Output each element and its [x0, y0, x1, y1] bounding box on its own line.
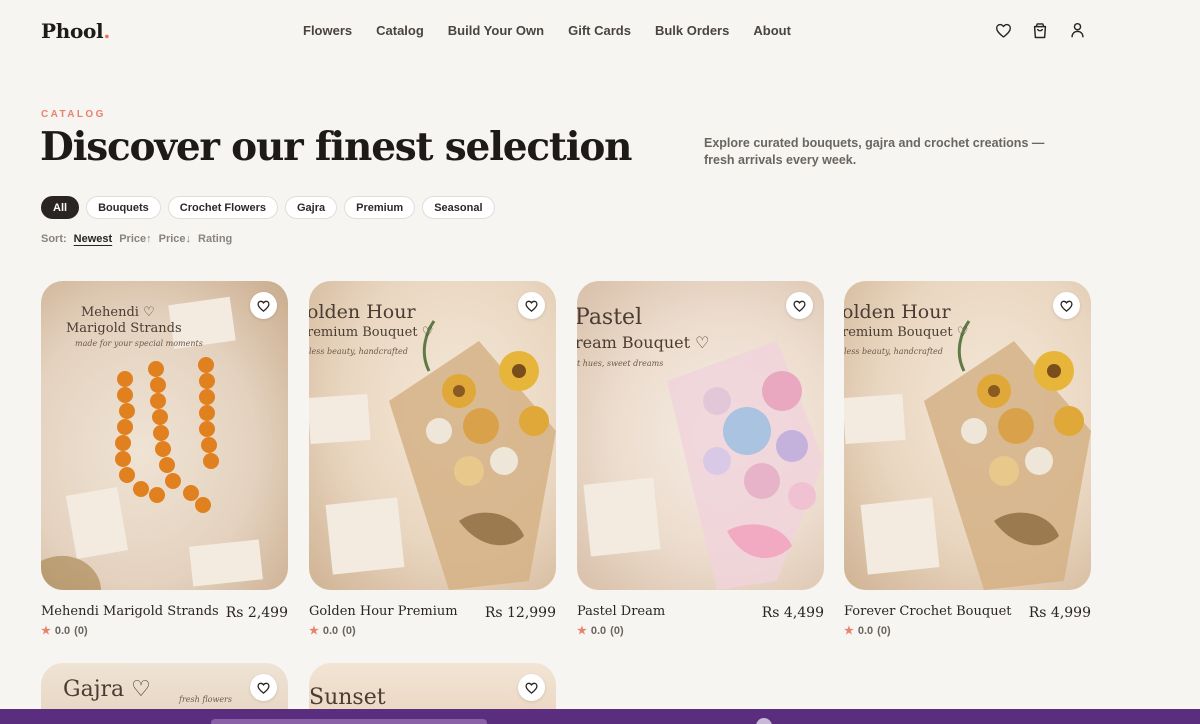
- product-image[interactable]: Mehendi ♡ Marigold Strands made for your…: [41, 281, 288, 590]
- image-caption-sub: fresh flowers: [179, 695, 232, 704]
- product-price: Rs 2,499: [225, 605, 288, 621]
- star-icon: ★: [41, 625, 51, 637]
- product-name[interactable]: Forever Crochet Bouquet: [844, 604, 1011, 619]
- product-price: Rs 4,999: [1028, 605, 1091, 621]
- main-nav: Flowers Catalog Build Your Own Gift Card…: [303, 23, 791, 38]
- toolbar-dot[interactable]: [756, 718, 772, 724]
- heart-icon: [525, 682, 538, 694]
- favorite-button[interactable]: [250, 674, 277, 701]
- favorite-button[interactable]: [518, 674, 545, 701]
- image-caption-title: Pastel: [577, 305, 643, 330]
- nav-item-about[interactable]: About: [753, 23, 791, 38]
- favorite-button[interactable]: [518, 292, 545, 319]
- header-actions: [994, 21, 1086, 39]
- heart-icon[interactable]: [994, 21, 1012, 39]
- sort-option-price-asc[interactable]: Price↑: [119, 233, 151, 245]
- filter-chip-crochet-flowers[interactable]: Crochet Flowers: [167, 196, 278, 219]
- nav-item-build-your-own[interactable]: Build Your Own: [448, 23, 544, 38]
- image-caption-sub: less beauty, handcrafted: [309, 347, 408, 356]
- sort-option-newest[interactable]: Newest: [74, 233, 113, 245]
- sort-bar: Sort: Newest Price↑ Price↓ Rating: [41, 233, 232, 245]
- page-title: Discover our finest selection: [40, 124, 632, 170]
- product-name[interactable]: Pastel Dream: [577, 604, 665, 619]
- image-caption-title-2: ream Bouquet ♡: [577, 333, 710, 352]
- nav-item-catalog[interactable]: Catalog: [376, 23, 424, 38]
- site-header: Phool. Flowers Catalog Build Your Own Gi…: [0, 0, 1200, 62]
- product-card[interactable]: olden Hour remium Bouquet ♡ less beauty,…: [309, 281, 556, 648]
- image-caption-title-2: remium Bouquet ♡: [309, 325, 434, 340]
- brand-logo[interactable]: Phool.: [41, 19, 110, 43]
- star-icon: ★: [577, 625, 587, 637]
- category-filters: All Bouquets Crochet Flowers Gajra Premi…: [41, 196, 495, 219]
- section-eyebrow: CATALOG: [41, 109, 106, 120]
- image-caption-title-2: remium Bouquet ♡: [844, 325, 969, 340]
- image-caption-title: Sunset: [309, 685, 386, 710]
- sort-option-price-desc[interactable]: Price↓: [159, 233, 191, 245]
- image-caption-title: olden Hour: [844, 301, 951, 323]
- image-caption-title: Mehendi ♡: [81, 305, 155, 320]
- heart-icon: [525, 300, 538, 312]
- filter-chip-gajra[interactable]: Gajra: [284, 196, 338, 219]
- product-card[interactable]: Mehendi ♡ Marigold Strands made for your…: [41, 281, 288, 648]
- bottom-toolbar: [0, 709, 1200, 724]
- product-name[interactable]: Mehendi Marigold Strands: [41, 604, 219, 619]
- filter-chip-premium[interactable]: Premium: [344, 196, 416, 219]
- product-rating: ★ 0.0 (0): [309, 624, 356, 638]
- image-caption-sub: t hues, sweet dreams: [577, 359, 664, 368]
- product-rating: ★ 0.0 (0): [844, 624, 891, 638]
- star-icon: ★: [844, 625, 854, 637]
- product-card[interactable]: olden Hour remium Bouquet ♡ less beauty,…: [844, 281, 1091, 648]
- sort-label: Sort:: [41, 233, 67, 245]
- nav-item-bulk-orders[interactable]: Bulk Orders: [655, 23, 729, 38]
- nav-item-gift-cards[interactable]: Gift Cards: [568, 23, 631, 38]
- filter-chip-bouquets[interactable]: Bouquets: [86, 196, 161, 219]
- product-card[interactable]: Pastel ream Bouquet ♡ t hues, sweet drea…: [577, 281, 824, 648]
- filter-chip-seasonal[interactable]: Seasonal: [422, 196, 495, 219]
- heart-icon: [1060, 300, 1073, 312]
- image-caption-title: olden Hour: [309, 301, 416, 323]
- toolbar-pill[interactable]: [211, 719, 487, 724]
- image-caption-sub: less beauty, handcrafted: [844, 347, 943, 356]
- product-rating: ★ 0.0 (0): [41, 624, 88, 638]
- filter-chip-all[interactable]: All: [41, 196, 80, 219]
- product-name[interactable]: Golden Hour Premium: [309, 604, 458, 619]
- image-caption-title: Gajra ♡: [63, 677, 151, 702]
- page-subtitle: Explore curated bouquets, gajra and croc…: [704, 136, 1045, 167]
- product-image[interactable]: olden Hour remium Bouquet ♡ less beauty,…: [844, 281, 1091, 590]
- product-price: Rs 4,499: [761, 605, 824, 621]
- favorite-button[interactable]: [1053, 292, 1080, 319]
- image-caption-sub: made for your special moments: [75, 339, 203, 348]
- product-price: Rs 12,999: [484, 605, 556, 621]
- user-icon[interactable]: [1068, 21, 1086, 39]
- heart-icon: [257, 682, 270, 694]
- product-image[interactable]: Pastel ream Bouquet ♡ t hues, sweet drea…: [577, 281, 824, 590]
- nav-item-flowers[interactable]: Flowers: [303, 23, 352, 38]
- favorite-button[interactable]: [250, 292, 277, 319]
- heart-icon: [257, 300, 270, 312]
- product-image[interactable]: olden Hour remium Bouquet ♡ less beauty,…: [309, 281, 556, 590]
- sort-option-rating[interactable]: Rating: [198, 233, 232, 245]
- favorite-button[interactable]: [786, 292, 813, 319]
- heart-icon: [793, 300, 806, 312]
- star-icon: ★: [309, 625, 319, 637]
- image-caption-title-2: Marigold Strands: [66, 321, 182, 336]
- cart-icon[interactable]: [1031, 21, 1049, 39]
- product-rating: ★ 0.0 (0): [577, 624, 624, 638]
